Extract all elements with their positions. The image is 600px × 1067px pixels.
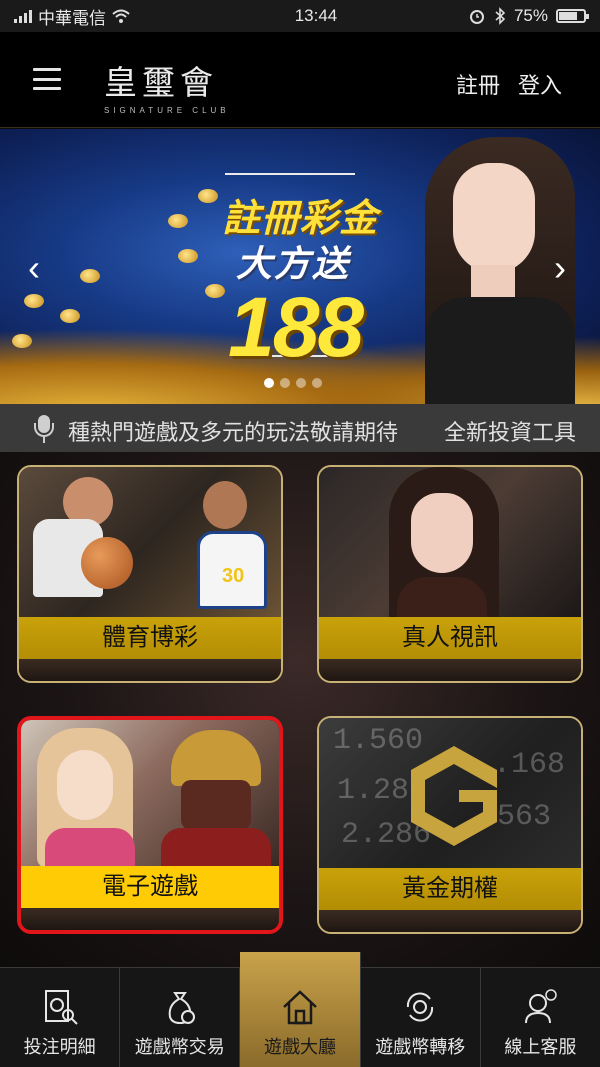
bet-history-icon xyxy=(44,990,78,1025)
nav-label-support: 線上客服 xyxy=(504,1037,577,1057)
nav-label-transfer: 遊戲幣轉移 xyxy=(375,1037,466,1057)
wifi-icon xyxy=(112,9,130,23)
signal-icon xyxy=(14,9,32,23)
carrier-name: 中華電信 xyxy=(38,8,106,28)
pagination-dot[interactable] xyxy=(312,378,322,388)
banner-pagination xyxy=(264,378,322,388)
clock: 13:44 xyxy=(294,6,338,25)
login-link[interactable]: 登入 xyxy=(518,68,562,100)
banner-model-image xyxy=(425,137,575,404)
nav-label-exchange: 遊戲幣交易 xyxy=(134,1037,225,1057)
logo-text: 皇璽會 xyxy=(104,63,218,102)
customer-service-icon xyxy=(525,989,558,1024)
pagination-dot[interactable] xyxy=(280,378,290,388)
nav-label-bets: 投注明細 xyxy=(23,1037,96,1057)
bluetooth-icon xyxy=(495,7,506,25)
logo-subtitle: SIGNATURE CLUB xyxy=(104,106,230,115)
sports-image: 30 xyxy=(19,467,281,617)
banner-next-arrow-icon[interactable]: › xyxy=(554,250,566,286)
banner-amount: 188 xyxy=(228,280,364,374)
nav-lobby[interactable]: 遊戲大廳 xyxy=(240,952,361,1067)
slots-image xyxy=(21,720,279,868)
game-label-sports: 體育博彩 xyxy=(19,617,281,659)
coin-transfer-icon xyxy=(407,992,434,1022)
marquee-text-1: 種熱門遊戲及多元的玩法敬請期待 xyxy=(68,420,399,445)
game-card-sports[interactable]: 30 體育博彩 xyxy=(17,465,283,683)
status-bar: 中華電信 13:44 75% xyxy=(0,0,600,32)
live-dealer-image xyxy=(319,467,581,617)
game-label-slots: 電子遊戲 xyxy=(21,866,279,908)
banner-title: 註冊彩金 xyxy=(222,198,379,240)
alarm-icon xyxy=(469,10,484,24)
app-header: 皇璽會 SIGNATURE CLUB 註冊 登入 xyxy=(0,32,600,128)
pagination-dot[interactable] xyxy=(296,378,306,388)
bottom-navigation: 投注明細 遊戲幣交易 遊戲大廳 遊戲幣轉移 線上客服 xyxy=(0,952,600,1067)
banner-prev-arrow-icon[interactable]: ‹ xyxy=(28,250,40,286)
battery-percent: 75% xyxy=(513,6,548,25)
app-logo[interactable]: 皇璽會 SIGNATURE CLUB xyxy=(104,56,230,115)
nav-support[interactable]: 線上客服 xyxy=(481,968,600,1067)
nav-transfer[interactable]: 遊戲幣轉移 xyxy=(361,968,481,1067)
options-image: 1.560 1.286 2.286 .168 563 xyxy=(319,718,581,868)
gold-logo-icon xyxy=(411,746,497,846)
nav-exchange[interactable]: 遊戲幣交易 xyxy=(120,968,241,1067)
home-icon xyxy=(283,990,317,1025)
game-label-live: 真人視訊 xyxy=(319,617,581,659)
game-label-options: 黃金期權 xyxy=(319,868,581,910)
promo-banner[interactable]: 註冊彩金 大方送 188 xyxy=(0,129,600,404)
coin-bag-icon xyxy=(168,992,195,1025)
announcement-marquee: 種熱門遊戲及多元的玩法敬請期待 全新投資工具 xyxy=(0,404,600,452)
microphone-icon xyxy=(34,415,54,443)
hamburger-menu-icon[interactable] xyxy=(33,68,61,90)
pagination-dot[interactable] xyxy=(264,378,274,388)
marquee-text-2: 全新投資工具 xyxy=(444,420,577,445)
game-grid: 30 體育博彩 真人視訊 電子遊戲 1.560 1.286 2.286 .168… xyxy=(0,452,600,967)
game-card-live[interactable]: 真人視訊 xyxy=(317,465,583,683)
nav-label-lobby: 遊戲大廳 xyxy=(264,1037,336,1057)
game-card-slots[interactable]: 電子遊戲 xyxy=(17,716,283,934)
register-link[interactable]: 註冊 xyxy=(456,68,500,100)
game-card-options[interactable]: 1.560 1.286 2.286 .168 563 黃金期權 xyxy=(317,716,583,934)
nav-bets[interactable]: 投注明細 xyxy=(0,968,121,1067)
battery-icon xyxy=(556,9,589,23)
